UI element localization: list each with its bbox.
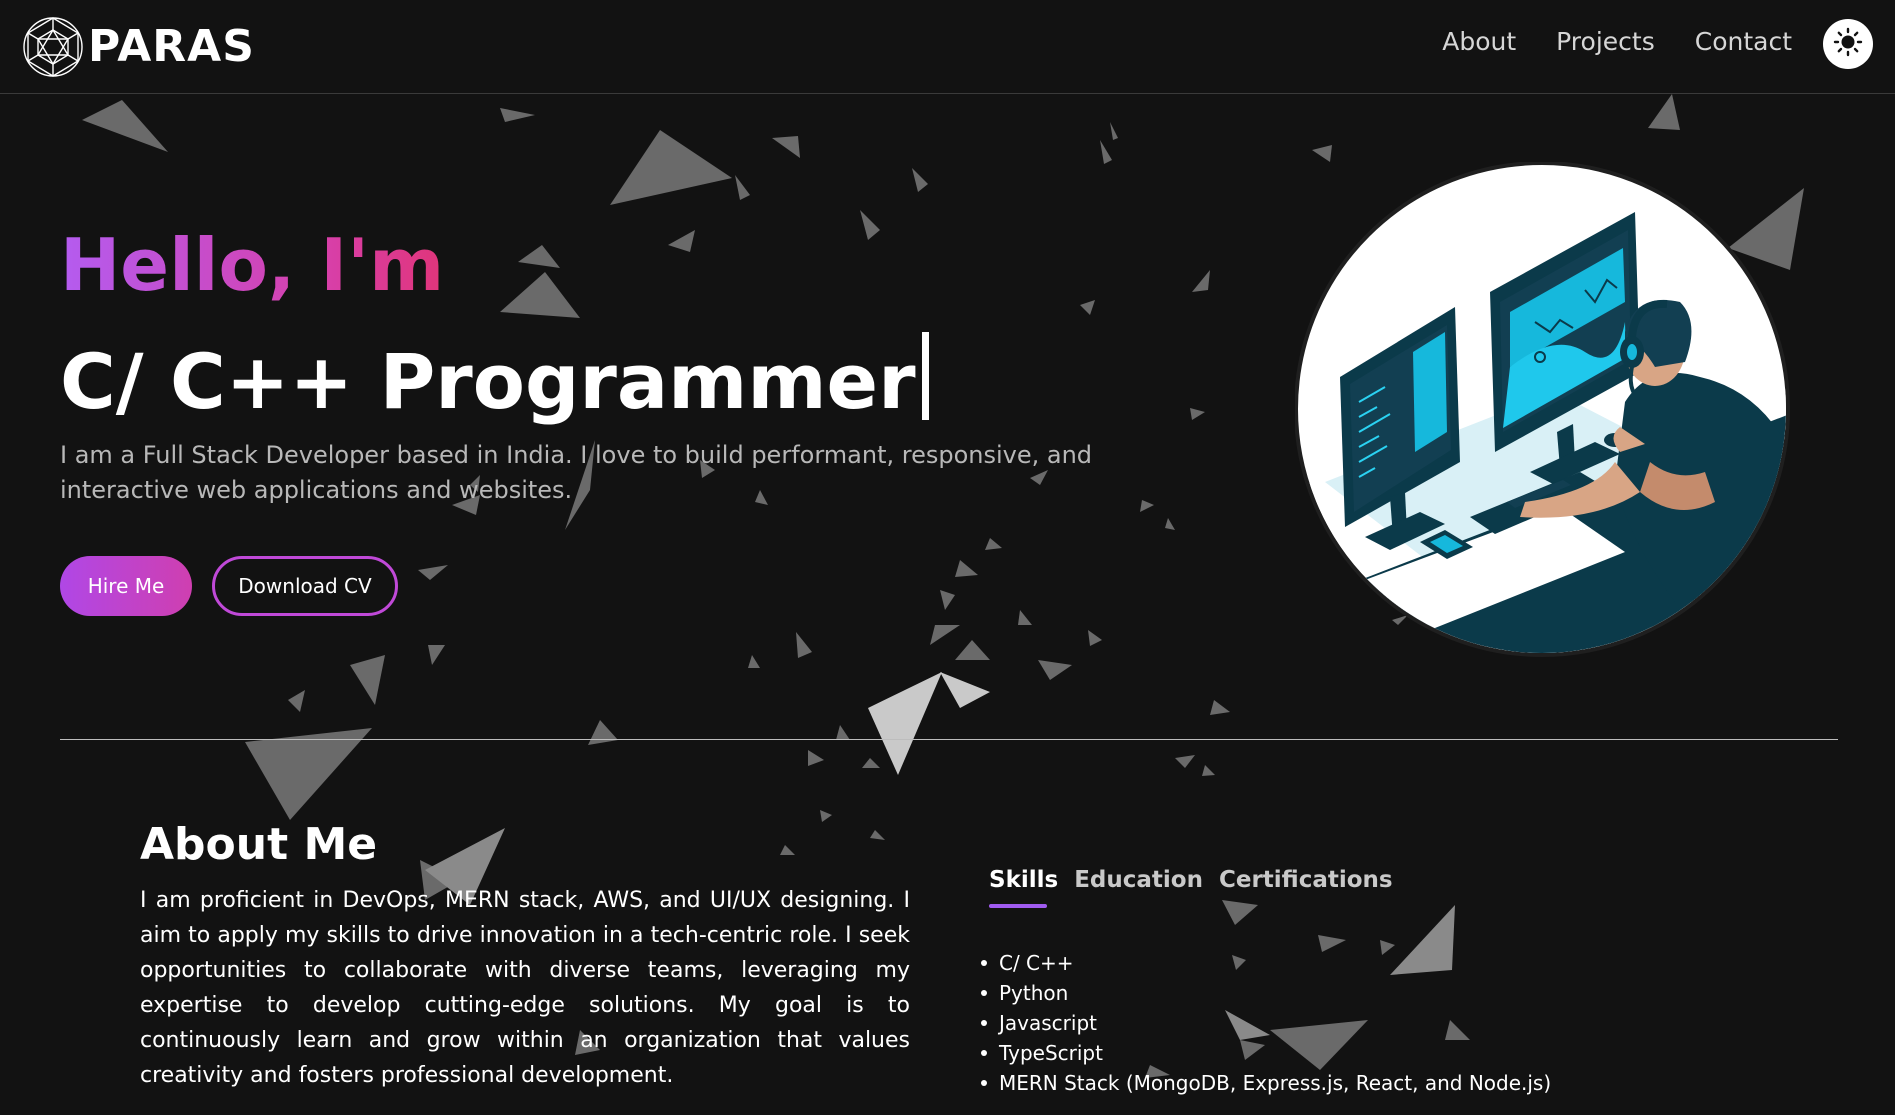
about-text: I am proficient in DevOps, MERN stack, A…: [140, 888, 910, 1088]
section-divider: [60, 739, 1838, 740]
skill-label: Python: [999, 981, 1069, 1005]
bullet-icon: [981, 960, 987, 966]
hero-section: Hello, I'm C/ C++ Programmer I am a Full…: [60, 220, 1260, 616]
nav-link-contact[interactable]: Contact: [1695, 24, 1792, 60]
skill-label: TypeScript: [999, 1041, 1103, 1065]
bullet-icon: [981, 1050, 987, 1056]
hero-description: I am a Full Stack Developer based in Ind…: [60, 441, 1093, 504]
download-cv-button[interactable]: Download CV: [212, 556, 398, 616]
list-item: C/ C++: [981, 948, 1689, 978]
list-item: Javascript: [981, 1008, 1689, 1038]
hero-role-line: C/ C++ Programmer: [60, 332, 1260, 432]
logo[interactable]: PARAS: [22, 16, 255, 78]
skill-label: Javascript: [999, 1011, 1097, 1035]
navbar: PARAS About Projects Contact: [0, 0, 1895, 94]
nav-link-about[interactable]: About: [1442, 24, 1516, 60]
bullet-icon: [981, 990, 987, 996]
about-title: About Me: [140, 819, 378, 870]
bullet-icon: [981, 1080, 987, 1086]
nav-links: About Projects Contact: [1442, 24, 1792, 60]
typing-cursor: [921, 332, 929, 420]
hero-greeting: Hello, I'm: [60, 220, 444, 310]
bullet-icon: [981, 1020, 987, 1026]
tab-education[interactable]: Education: [1074, 864, 1203, 908]
developer-at-desk-illustration: [1294, 161, 1790, 657]
skill-label: C/ C++: [999, 951, 1074, 975]
tab-certifications[interactable]: Certifications: [1219, 864, 1393, 908]
sun-icon: [1833, 27, 1863, 61]
tab-bar: Skills Education Certifications: [989, 864, 1689, 908]
about-section: About Me I am proficient in DevOps, MERN…: [140, 815, 910, 1115]
nav-link-projects[interactable]: Projects: [1556, 24, 1655, 60]
hire-me-button[interactable]: Hire Me: [60, 556, 192, 616]
skill-list: C/ C++ Python Javascript TypeScript MERN…: [981, 948, 1689, 1098]
list-item: MERN Stack (MongoDB, Express.js, React, …: [981, 1068, 1689, 1098]
about-tabs-panel: Skills Education Certifications C/ C++ P…: [981, 864, 1689, 1098]
list-item: TypeScript: [981, 1038, 1689, 1068]
skill-label: MERN Stack (MongoDB, Express.js, React, …: [999, 1071, 1552, 1095]
tab-skills[interactable]: Skills: [989, 864, 1058, 908]
hero-buttons: Hire Me Download CV: [60, 556, 1260, 616]
list-item: Python: [981, 978, 1689, 1008]
logo-text: PARAS: [88, 21, 255, 72]
hero-role-text: C/ C++ Programmer: [60, 337, 916, 426]
theme-toggle-button[interactable]: [1823, 19, 1873, 69]
geodesic-sphere-icon: [22, 16, 84, 78]
